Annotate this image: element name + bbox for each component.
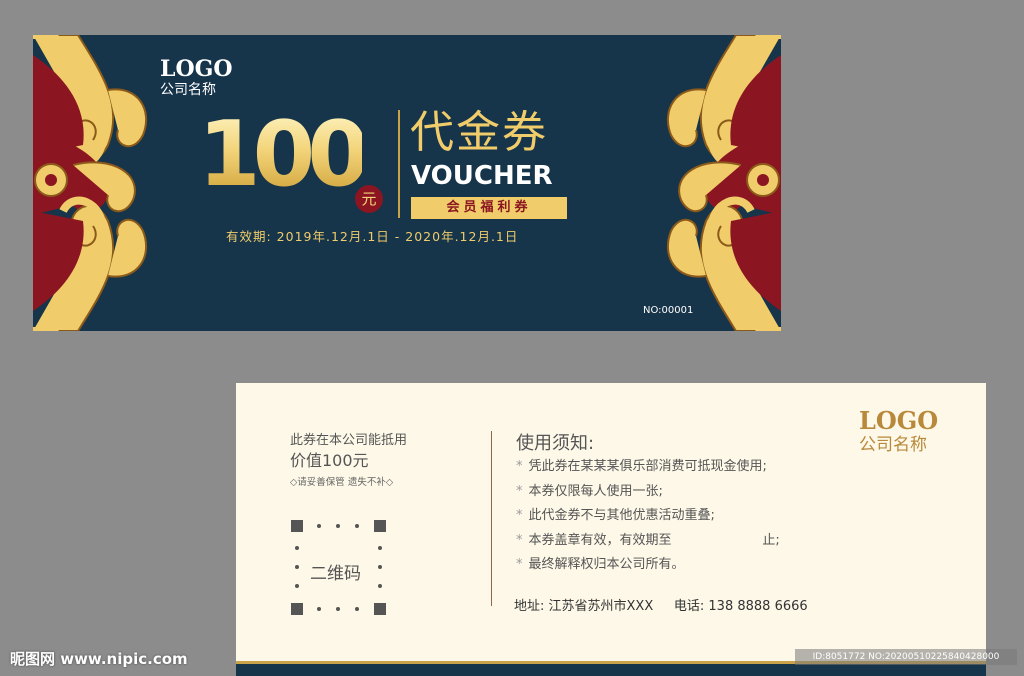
asterisk-icon: * [516, 508, 523, 523]
qr-code-label: 二维码 [310, 564, 361, 584]
rules-title: 使用须知: [516, 433, 595, 454]
asterisk-icon: * [516, 483, 523, 499]
serial-number: NO:00001 [643, 305, 694, 316]
voucher-front: LOGO 公司名称 100 元 代金券 VOUCHER 会员福利券 有效期: 2… [33, 35, 781, 331]
rules-list: * 凭此券在某某某俱乐部消费可抵现金使用; * 本券仅限每人使用一张; * 此代金券不… [516, 455, 780, 578]
currency-unit-badge: 元 [355, 185, 383, 213]
site-watermark: 昵图网 www.nipic.com [10, 650, 188, 668]
company-name: 公司名称 [859, 435, 927, 455]
title-divider [398, 110, 400, 218]
voucher-back: 此券在本公司能抵用 价值100元 ◇请妥善保管 遗失不补◇ 二维码 使用须知: … [236, 383, 986, 676]
list-item: * 本券仅限每人使用一张; [516, 483, 663, 499]
company-name: 公司名称 [160, 82, 216, 98]
logo-text: LOGO [160, 56, 233, 82]
voucher-amount: 100 [198, 102, 370, 207]
ornament-right [666, 35, 781, 331]
member-badge: 会员福利券 [411, 197, 567, 219]
value-note-line2: 价值100元 [290, 451, 369, 470]
list-item: * 此代金券不与其他优惠活动重叠; [516, 508, 715, 523]
back-logo: LOGO 公司名称 [859, 408, 938, 456]
logo-text: LOGO [859, 406, 939, 435]
list-item: * 最终解释权归本公司所有。 [516, 557, 685, 572]
asterisk-icon: * [516, 459, 523, 474]
back-divider [491, 431, 492, 606]
voucher-title-cn: 代金券 [410, 107, 548, 158]
validity-period: 有效期: 2019年.12月.1日 - 2020年.12月.1日 [226, 229, 519, 244]
id-watermark: ID:8051772 NO:20200510225840428000 [795, 649, 1017, 665]
asterisk-icon: * [516, 532, 523, 548]
list-item: * 本券盖章有效，有效期至 止; [516, 532, 780, 548]
keep-safe-note: ◇请妥善保管 遗失不补◇ [290, 477, 394, 488]
address-phone: 地址: 江苏省苏州市XXX 电话: 138 8888 6666 [514, 599, 808, 614]
front-logo: LOGO 公司名称 [160, 57, 233, 99]
list-item: * 凭此券在某某某俱乐部消费可抵现金使用; [516, 459, 767, 474]
ornament-left [33, 35, 148, 331]
asterisk-icon: * [516, 557, 523, 572]
voucher-title-en: VOUCHER [411, 161, 553, 191]
value-note-line1: 此券在本公司能抵用 [290, 433, 408, 448]
